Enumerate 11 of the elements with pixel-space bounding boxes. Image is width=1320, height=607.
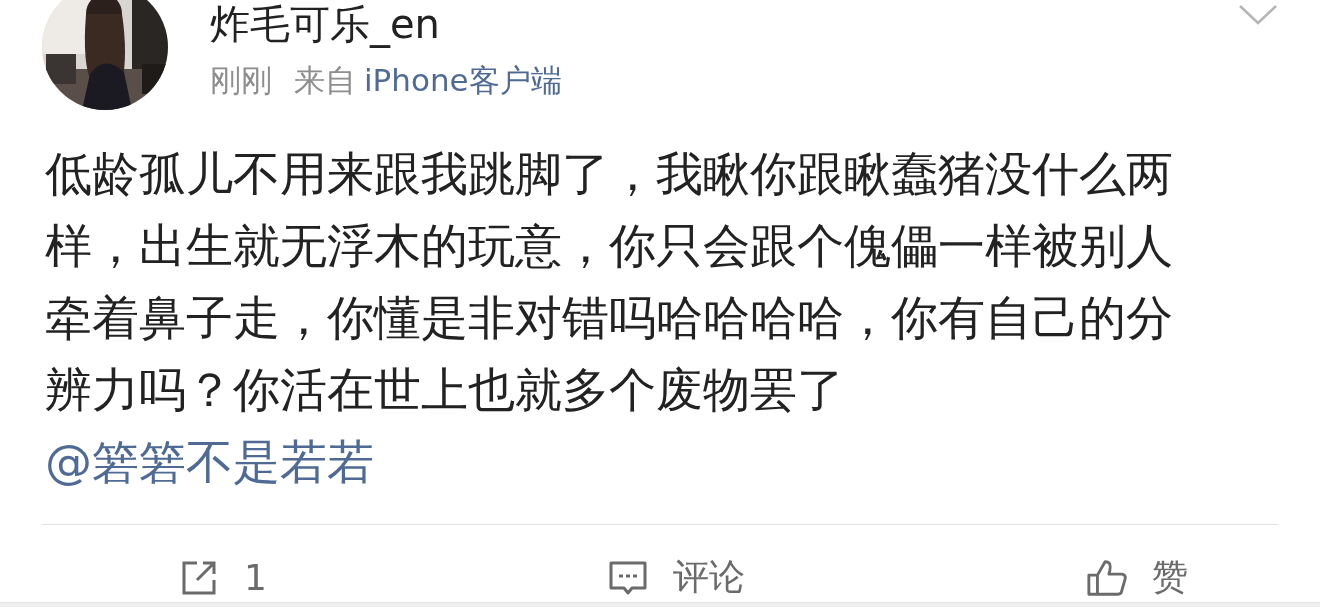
thumbs-up-icon [1086, 557, 1128, 598]
like-button[interactable]: 赞 [1086, 553, 1188, 602]
source-label: 来自 [294, 61, 356, 100]
author-name[interactable]: 炸毛可乐_en [210, 0, 1238, 48]
comment-button[interactable]: 评论 [607, 553, 746, 602]
mention-link[interactable]: @箬箬不是若若 [45, 434, 374, 489]
post-text: 低龄孤儿不用来跟我跳脚了，我瞅你跟瞅蠢猪没什么两样，出生就无浮木的玩意，你只会跟个傀儡一样被别人牵着鼻子走，你懂是非对错吗哈哈哈哈，你有自己的分辨力吗？你活在世上也就多个废物罢了 @箬箬不是若若 [45, 145, 1174, 491]
repost-button[interactable]: 1 [178, 553, 267, 602]
source-link[interactable]: iPhone客户端 [364, 60, 562, 102]
chevron-down-icon[interactable] [1238, 4, 1278, 26]
post-time: 刚刚 [210, 61, 272, 100]
